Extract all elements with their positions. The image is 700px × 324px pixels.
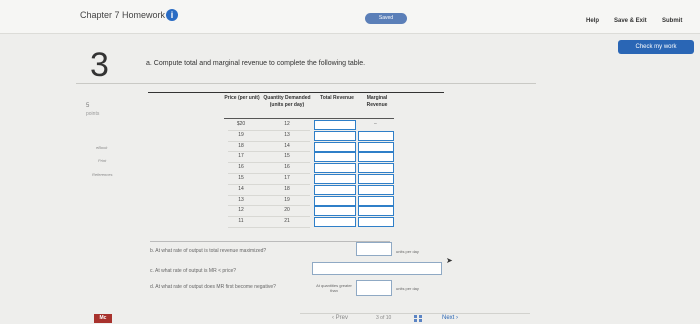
- marginal-revenue-dash: –: [374, 121, 377, 127]
- total-revenue-input[interactable]: [314, 195, 356, 206]
- quantity-cell: 14: [284, 142, 290, 149]
- total-revenue-input[interactable]: [314, 163, 356, 174]
- price-cell: 17: [238, 153, 244, 160]
- question-divider: [76, 83, 536, 84]
- row-divider: [228, 194, 310, 196]
- total-revenue-input[interactable]: [314, 217, 356, 228]
- marginal-revenue-column-header: Marginal Revenue: [366, 95, 388, 108]
- price-cell: 14: [238, 185, 244, 192]
- marginal-revenue-input[interactable]: [358, 152, 394, 163]
- marginal-revenue-input[interactable]: [358, 130, 394, 141]
- answer-divider: [150, 241, 390, 242]
- quantity-cell: 21: [284, 218, 290, 225]
- total-revenue-input[interactable]: [314, 141, 356, 152]
- references-link[interactable]: References: [92, 172, 112, 177]
- row-divider: [228, 140, 310, 142]
- price-cell: 16: [238, 164, 244, 171]
- marginal-revenue-input[interactable]: [358, 206, 394, 217]
- answer-d-unit: units per day: [396, 286, 419, 291]
- quantity-cell: 19: [284, 196, 290, 203]
- marginal-revenue-input[interactable]: [358, 141, 394, 152]
- total-revenue-input[interactable]: [314, 152, 356, 163]
- price-cell: 11: [238, 218, 244, 225]
- price-cell: $20: [236, 121, 246, 127]
- quantity-column-header: Quantity Demanded (units per day): [263, 95, 311, 108]
- grid-view-icon[interactable]: [414, 315, 423, 322]
- marginal-revenue-input[interactable]: [358, 163, 394, 174]
- marginal-revenue-input[interactable]: [358, 217, 394, 228]
- row-divider: [228, 205, 310, 207]
- points-value: 5: [86, 103, 90, 109]
- quantity-cell: 17: [284, 175, 290, 181]
- points-label: points: [86, 111, 100, 117]
- row-divider: [228, 183, 310, 185]
- row-divider: [228, 216, 310, 218]
- price-cell: 18: [238, 142, 244, 149]
- page-indicator: 3 of 10: [376, 315, 392, 321]
- answer-c-input[interactable]: [312, 262, 442, 275]
- total-revenue-input[interactable]: [314, 206, 356, 217]
- marginal-revenue-input[interactable]: [358, 174, 394, 184]
- save-exit-link[interactable]: Save & Exit: [614, 18, 647, 24]
- next-button[interactable]: Next ›: [442, 315, 458, 321]
- chapter-title: Chapter 7 Homework: [80, 10, 166, 20]
- quantity-cell: 18: [284, 185, 290, 192]
- quantity-cell: 16: [284, 164, 290, 171]
- price-column-header: Price (per unit): [224, 95, 260, 101]
- question-prompt: a. Compute total and marginal revenue to…: [146, 60, 366, 67]
- marginal-revenue-input[interactable]: [358, 195, 394, 206]
- subquestion-d: d. At what rate of output does MR first …: [150, 284, 276, 290]
- total-revenue-input[interactable]: [314, 130, 356, 141]
- saved-status-badge: Saved: [365, 13, 407, 24]
- submit-link[interactable]: Submit: [662, 18, 682, 24]
- header-underline: [224, 118, 394, 119]
- help-link[interactable]: Help: [586, 18, 599, 24]
- answer-d-qualifier: At quantities greater than: [316, 283, 352, 293]
- total-revenue-column-header: Total Revenue: [320, 95, 354, 101]
- marginal-revenue-input[interactable]: [358, 184, 394, 195]
- answer-b-input[interactable]: [356, 242, 392, 256]
- ebook-link[interactable]: eBook: [96, 145, 107, 150]
- mouse-cursor-icon: ➤: [446, 256, 453, 265]
- row-divider: [228, 129, 310, 131]
- quantity-cell: 15: [284, 153, 290, 160]
- row-divider: [228, 227, 310, 228]
- quantity-cell: 13: [284, 131, 290, 138]
- info-icon[interactable]: i: [166, 9, 178, 21]
- question-number: 3: [90, 46, 109, 84]
- footer-rule: [300, 313, 530, 314]
- price-cell: 15: [238, 175, 244, 181]
- price-cell: 13: [238, 196, 244, 203]
- print-link[interactable]: Print: [98, 158, 106, 163]
- prev-button[interactable]: ‹ Prev: [332, 315, 348, 321]
- row-divider: [228, 162, 310, 164]
- table-top-rule: [148, 92, 444, 93]
- check-my-work-button[interactable]: Check my work: [618, 40, 694, 54]
- quantity-cell: 20: [284, 207, 290, 214]
- subquestion-c: c. At what rate of output is MR < price?: [150, 268, 237, 274]
- mcgraw-hill-logo: Mc: [94, 314, 112, 323]
- answer-d-input[interactable]: [356, 280, 392, 296]
- quantity-cell: 12: [284, 121, 290, 127]
- price-cell: 12: [238, 207, 244, 214]
- price-cell: 19: [238, 131, 244, 138]
- row-divider: [228, 173, 310, 174]
- total-revenue-input[interactable]: [314, 120, 356, 130]
- total-revenue-input[interactable]: [314, 174, 356, 184]
- row-divider: [228, 151, 310, 153]
- total-revenue-input[interactable]: [314, 184, 356, 195]
- subquestion-b: b. At what rate of output is total reven…: [150, 248, 267, 254]
- answer-b-unit: units per day: [396, 249, 419, 254]
